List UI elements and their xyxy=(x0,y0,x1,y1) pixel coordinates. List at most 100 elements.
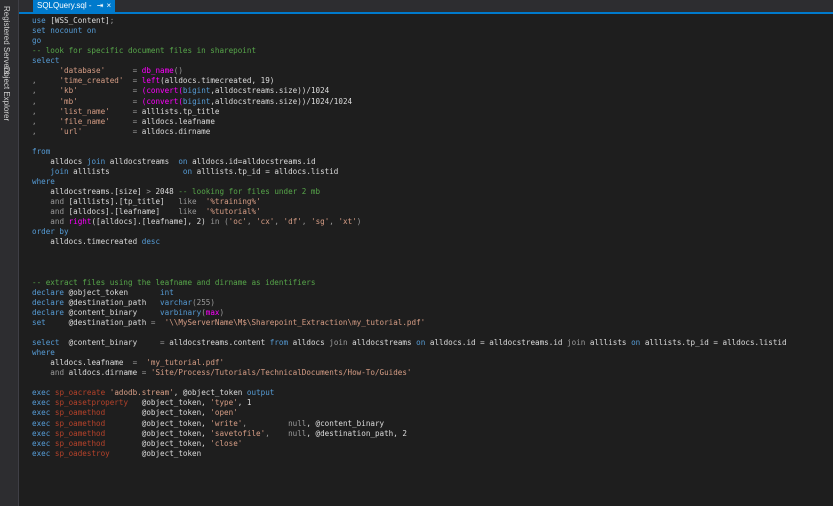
keyword: join xyxy=(567,338,586,347)
punct: ) xyxy=(219,307,225,317)
keyword: go xyxy=(32,36,42,46)
comment: -- looking for files under 2 mb xyxy=(178,187,321,197)
keyword: exec xyxy=(32,448,51,458)
identifier: @destination_path xyxy=(68,297,147,307)
code-line: set @destination_path = '\\MyServerName\… xyxy=(32,318,833,328)
string: 'list_name' xyxy=(59,106,110,116)
keyword: select xyxy=(32,338,60,347)
identifier: [alldocs].[leafname] xyxy=(68,207,161,217)
identifier: @object_token, xyxy=(141,408,206,418)
stored-procedure: sp_oamethod xyxy=(54,428,106,438)
code-line: where xyxy=(32,348,833,358)
code-line: alldocs.leafname = 'my_tutorial.pdf' xyxy=(32,358,833,368)
string: '%training%' xyxy=(205,197,261,207)
operator: like xyxy=(178,197,197,207)
code-line: exec sp_oasetproperty @object_token, 'ty… xyxy=(32,398,833,408)
punct: , xyxy=(32,96,37,106)
keyword: varbinary xyxy=(160,307,202,317)
punct: , xyxy=(246,217,252,227)
operator: = xyxy=(132,96,138,106)
code-line: and [alllists].[tp_title] like '%trainin… xyxy=(32,197,833,207)
identifier: [alllists].[tp_title] xyxy=(68,197,165,207)
function: right xyxy=(68,217,92,227)
code-line: exec sp_oamethod @object_token, 'close' xyxy=(32,439,833,449)
identifier: alllists xyxy=(589,338,627,347)
punct: (255) xyxy=(192,297,215,307)
keyword: null xyxy=(288,418,307,428)
operator: and xyxy=(50,217,65,227)
identifier: , @object_token xyxy=(173,388,243,398)
identifier: alllists.tp_id = alldocs.listid xyxy=(644,338,787,347)
code-line: declare @content_binary varbinary(max) xyxy=(32,308,833,318)
operator: = xyxy=(132,66,138,76)
code-line: exec sp_oamethod @object_token, 'write',… xyxy=(32,419,833,429)
identifier: @content_binary xyxy=(68,338,138,347)
punct: , xyxy=(32,126,37,136)
function: (convert( xyxy=(141,96,183,106)
keyword: declare xyxy=(32,297,65,307)
keyword: varchar xyxy=(160,297,193,307)
code-line: , 'list_name' = alllists.tp_title xyxy=(32,107,833,117)
identifier: @object_token, xyxy=(141,398,206,408)
keyword: from xyxy=(32,146,51,156)
operator: > xyxy=(146,187,151,197)
pin-icon[interactable]: ⇥ xyxy=(97,1,104,10)
identifier: alldocs.leafname xyxy=(50,358,124,368)
operator: and xyxy=(50,368,65,378)
identifier: alldocstreams.[size] xyxy=(50,187,142,197)
identifier: alldocs xyxy=(50,156,83,166)
string: '%tutorial%' xyxy=(205,207,261,217)
object-explorer-tab[interactable]: Object Explorer xyxy=(2,66,11,121)
keyword: on xyxy=(631,338,641,347)
query-editor[interactable]: use [WSS_Content]; set nocount on go -- … xyxy=(19,14,833,506)
operator: = xyxy=(141,368,147,378)
identifier: alllists.tp_id = alldocs.listid xyxy=(196,166,339,176)
identifier: alldocs.id=alldocstreams.id xyxy=(192,156,316,166)
string: 'url' xyxy=(59,126,83,136)
code-line: go xyxy=(32,36,833,46)
close-icon[interactable]: × xyxy=(106,1,111,10)
punct: () xyxy=(173,66,183,76)
keyword: exec xyxy=(32,398,51,408)
code-line: -- look for specific document files in s… xyxy=(32,46,833,56)
registered-servers-tab[interactable]: Registered Servers xyxy=(2,6,11,74)
operator: = xyxy=(132,86,138,96)
punct: , xyxy=(32,86,37,96)
punct: ) xyxy=(356,217,362,227)
code-line: exec sp_oadestroy @object_token xyxy=(32,449,833,459)
tab-sqlquery[interactable]: SQLQuery.sql - ⇥ × xyxy=(33,0,116,12)
function: max xyxy=(205,307,220,317)
keyword: desc xyxy=(141,237,161,247)
string: '\\MyServerName\M$\Sharepoint_Extraction… xyxy=(164,317,426,327)
code-line: and [alldocs].[leafname] like '%tutorial… xyxy=(32,207,833,217)
string: 'write' xyxy=(210,418,243,428)
identifier: alldocs.dirname xyxy=(141,126,211,136)
function: db_name xyxy=(141,66,174,76)
identifier: alldocstreams xyxy=(109,156,170,166)
code-line: exec sp_oacreate 'adodb.stream', @object… xyxy=(32,388,833,398)
code-line: order by xyxy=(32,227,833,237)
operator: like xyxy=(178,207,197,217)
identifier: alldocs.dirname xyxy=(68,368,138,378)
code-line: 'database' = db_name() xyxy=(32,66,833,76)
identifier: (alldocs.timecreated, 19) xyxy=(160,76,275,86)
keyword: use xyxy=(32,16,46,25)
keyword: select xyxy=(32,56,60,66)
string: 'oc' xyxy=(228,217,247,227)
identifier: alldocstreams xyxy=(352,338,412,347)
stored-procedure: sp_oasetproperty xyxy=(54,398,129,408)
identifier: @content_binary xyxy=(68,307,138,317)
keyword: where xyxy=(32,348,55,358)
keyword: on xyxy=(182,166,193,176)
operator: = xyxy=(160,338,165,347)
stored-procedure: sp_oamethod xyxy=(54,438,106,448)
string: 'df' xyxy=(283,217,302,227)
keyword: on xyxy=(178,156,188,166)
identifier: , @content_binary xyxy=(306,418,385,428)
string: 'type' xyxy=(210,398,238,408)
operator: = xyxy=(132,126,138,136)
identifier: @object_token, xyxy=(141,418,206,428)
